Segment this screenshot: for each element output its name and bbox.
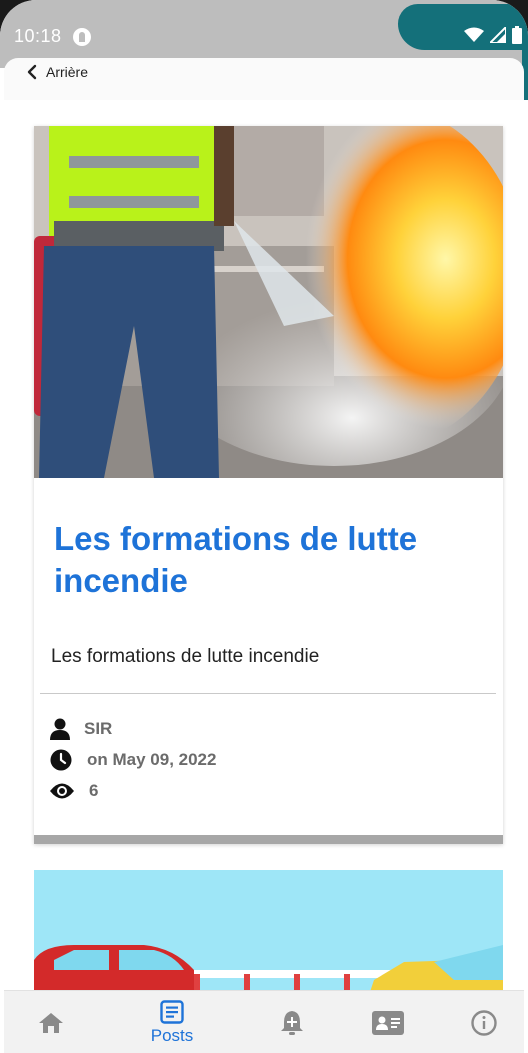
clock-icon <box>50 749 72 771</box>
post-image <box>34 126 503 478</box>
bottom-navigation: Posts <box>4 990 524 1053</box>
views-row: 6 <box>50 781 98 801</box>
post-title[interactable]: Les formations de lutte incendie <box>54 518 484 602</box>
nav-contact[interactable] <box>348 991 428 1053</box>
nav-posts[interactable]: Posts <box>132 991 212 1053</box>
posts-icon <box>160 999 184 1024</box>
post-card[interactable]: Les formations de lutte incendie Les for… <box>34 126 503 844</box>
post-author: SIR <box>84 719 113 738</box>
eye-icon <box>50 783 74 799</box>
app-notification-icon <box>73 28 91 46</box>
bell-plus-icon <box>281 1010 303 1035</box>
post-list[interactable]: Les formations de lutte incendie Les for… <box>4 100 524 990</box>
nav-info[interactable] <box>444 991 524 1053</box>
nav-home[interactable] <box>11 991 91 1053</box>
post-card[interactable] <box>34 870 503 990</box>
back-button[interactable]: Arrière <box>26 64 88 80</box>
post-date: on May 09, 2022 <box>87 750 217 769</box>
phone-screen: 10:18 Arrière Les formations de lutte in… <box>0 0 528 1053</box>
date-row: on May 09, 2022 <box>50 749 216 771</box>
app-header: Arrière <box>4 58 524 100</box>
chevron-left-icon <box>27 64 37 80</box>
user-icon <box>50 718 70 740</box>
back-label: Arrière <box>46 64 89 80</box>
nav-posts-label: Posts <box>150 1025 194 1045</box>
nav-notifications[interactable] <box>252 991 332 1053</box>
signal-icon <box>490 27 506 43</box>
divider <box>40 693 496 694</box>
post-excerpt: Les formations de lutte incendie <box>51 646 320 667</box>
status-icons <box>464 26 522 44</box>
battery-icon <box>512 26 522 44</box>
post-image <box>34 945 503 990</box>
post-views: 6 <box>89 781 99 800</box>
home-icon <box>39 1012 63 1033</box>
wifi-icon <box>464 27 484 42</box>
contact-card-icon <box>372 1010 404 1035</box>
author-row: SIR <box>50 718 112 740</box>
status-time: 10:18 <box>14 26 62 46</box>
info-icon <box>471 1009 497 1036</box>
